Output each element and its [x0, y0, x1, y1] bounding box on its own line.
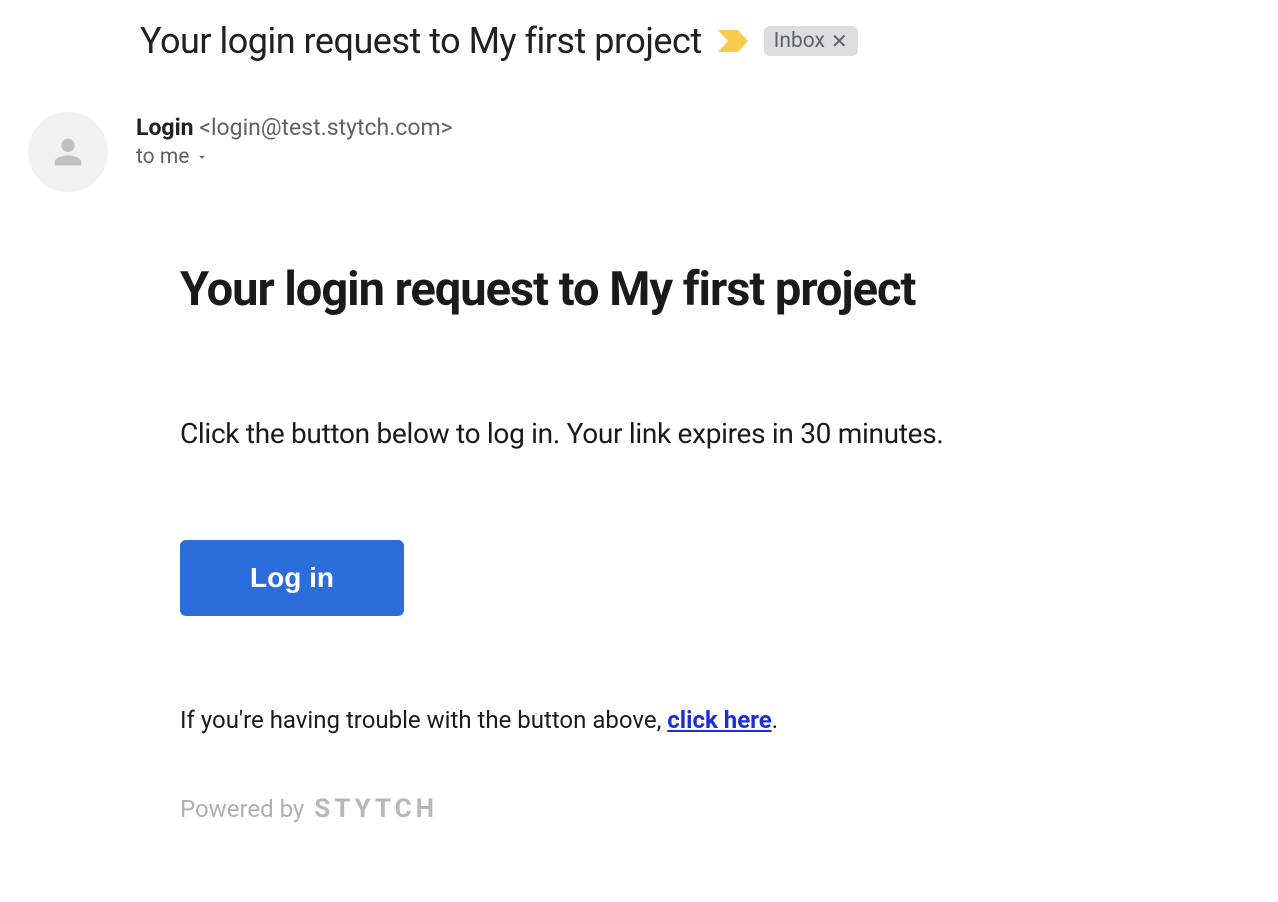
email-subject: Your login request to My first project — [140, 20, 702, 62]
powered-by-text: Powered by — [180, 795, 304, 823]
fallback-link[interactable]: click here — [667, 706, 771, 734]
recipient-dropdown[interactable]: to me — [136, 145, 453, 169]
close-icon[interactable]: ✕ — [831, 31, 848, 51]
email-body: Your login request to My first project C… — [180, 262, 1278, 824]
powered-by: Powered by STYTCH — [180, 794, 1278, 824]
sender-row: Login <login@test.stytch.com> to me — [28, 112, 1278, 192]
inbox-label-text: Inbox — [774, 29, 825, 53]
email-heading: Your login request to My first project — [180, 262, 1278, 317]
fallback-text: If you're having trouble with the button… — [180, 706, 1278, 734]
fallback-suffix: . — [772, 706, 778, 734]
person-icon — [48, 132, 88, 172]
avatar[interactable] — [28, 112, 108, 192]
email-subject-row: Your login request to My first project I… — [140, 20, 1278, 62]
stytch-logo: STYTCH — [314, 794, 438, 824]
sender-name: Login — [136, 114, 194, 141]
sender-line: Login <login@test.stytch.com> — [136, 114, 453, 141]
inbox-label-badge[interactable]: Inbox ✕ — [764, 26, 858, 56]
recipient-text: to me — [136, 145, 189, 169]
login-button[interactable]: Log in — [180, 540, 404, 616]
email-instruction: Click the button below to log in. Your l… — [180, 417, 1278, 450]
sender-email: <login@test.stytch.com> — [199, 114, 452, 141]
important-marker-icon[interactable] — [718, 30, 748, 52]
sender-info: Login <login@test.stytch.com> to me — [136, 112, 453, 169]
chevron-down-icon — [195, 150, 209, 164]
fallback-prefix: If you're having trouble with the button… — [180, 706, 667, 734]
